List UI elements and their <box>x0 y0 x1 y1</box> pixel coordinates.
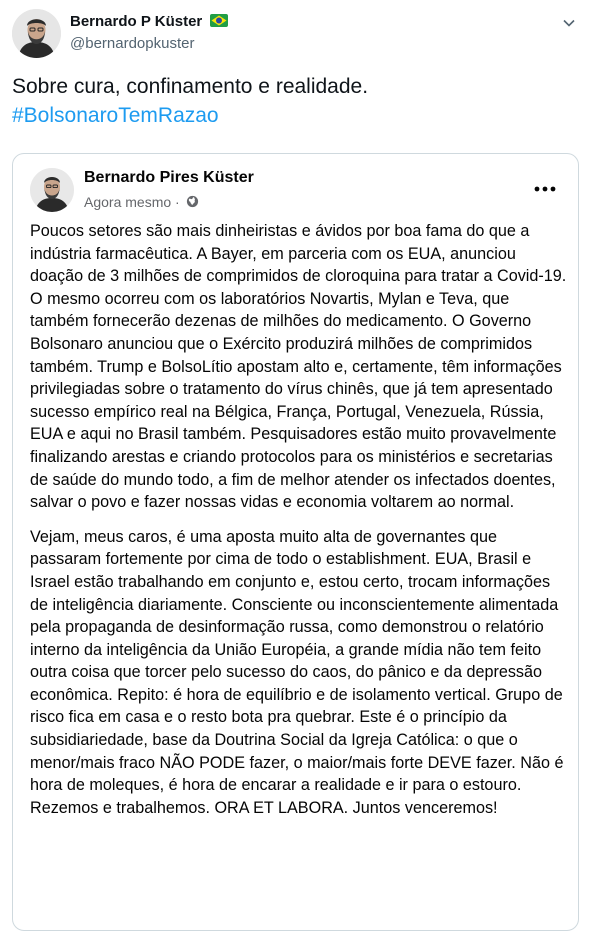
post-timestamp[interactable]: Agora mesmo <box>84 194 171 210</box>
author-avatar[interactable] <box>12 9 61 58</box>
meta-separator: · <box>175 194 180 210</box>
post-author-avatar[interactable] <box>30 168 74 212</box>
chevron-down-icon[interactable] <box>561 15 577 31</box>
post-paragraph-2: Vejam, meus caros, é uma aposta muito al… <box>30 527 564 817</box>
post-body: Poucos setores são mais dinheiristas e á… <box>30 220 570 831</box>
hashtag-link[interactable]: #BolsonaroTemRazao <box>12 101 572 130</box>
globe-icon <box>186 195 199 208</box>
tweet-text: Sobre cura, confinamento e realidade. #B… <box>12 72 572 130</box>
author-name[interactable]: Bernardo P Küster <box>70 13 202 30</box>
embedded-post-card: Bernardo Pires Küster Agora mesmo · Pouc… <box>12 153 579 931</box>
post-author-name[interactable]: Bernardo Pires Küster <box>84 169 254 187</box>
brazil-flag-icon <box>210 14 229 27</box>
tweet-header: Bernardo P Küster @bernardopkuster <box>12 9 577 61</box>
tweet-body: Sobre cura, confinamento e realidade. <box>12 75 369 98</box>
more-horizontal-icon[interactable] <box>534 180 556 192</box>
post-paragraph-1: Poucos setores são mais dinheiristas e á… <box>30 222 567 512</box>
author-handle[interactable]: @bernardopkuster <box>70 35 194 52</box>
post-meta: Agora mesmo · <box>84 194 199 210</box>
author-name-row[interactable]: Bernardo P Küster <box>70 13 229 30</box>
